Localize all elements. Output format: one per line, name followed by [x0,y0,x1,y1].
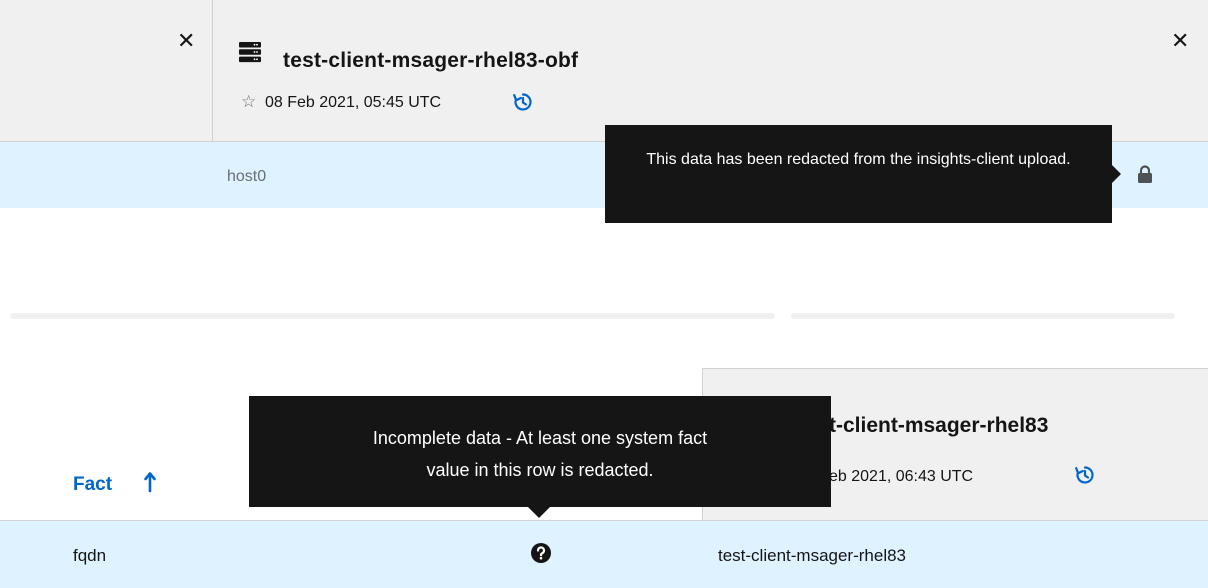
system-last-updated: 08 Feb 2021, 05:45 UTC [265,94,442,111]
fact-value-cell: test-client-msager-rhel83 [718,546,907,565]
fact-column-sort-header[interactable]: Fact [73,474,112,496]
tooltip-line: value in this row is redacted. [426,460,654,480]
question-circle-icon[interactable] [531,543,551,563]
panel-divider-right [791,313,1175,319]
history-icon[interactable] [1075,465,1095,485]
history-icon[interactable] [513,92,533,112]
lock-icon[interactable] [1137,165,1153,183]
star-outline-icon: ☆ [241,92,257,111]
system-last-updated: eb 2021, 06:43 UTC [829,468,974,485]
fact-name-cell: fqdn [73,546,107,565]
system-name-link[interactable]: t-client-msager-rhel83 [829,414,1048,438]
table-row [0,520,1208,588]
left-system-column-header [0,0,212,142]
server-icon [239,42,261,63]
redacted-value-cell: host0 [227,168,267,185]
sort-arrow-up-icon[interactable] [144,471,156,493]
tooltip-line: Incomplete data - At least one system fa… [372,428,708,448]
tooltip-arrow [1111,164,1121,184]
redacted-data-tooltip: This data has been redacted from the ins… [605,125,1112,223]
tooltip-arrow [528,507,550,518]
remove-left-system-close-icon[interactable]: ✕ [177,30,195,52]
remove-system-close-icon[interactable]: ✕ [1171,30,1189,52]
system-name-link[interactable]: test-client-msager-rhel83-obf [283,49,578,73]
incomplete-data-tooltip: Incomplete data - At least one system fa… [249,396,831,507]
panel-divider-left [10,313,775,319]
